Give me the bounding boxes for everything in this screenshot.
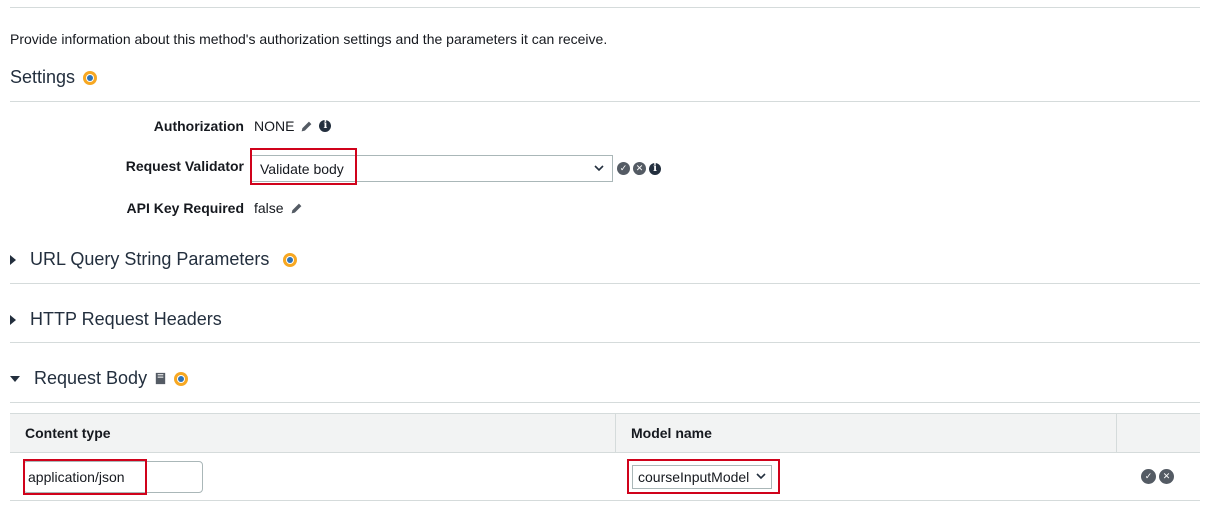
intro-text: Provide information about this method's … xyxy=(10,31,608,47)
request-body-divider xyxy=(10,402,1200,403)
column-separator xyxy=(1116,414,1117,452)
settings-header: Settings xyxy=(10,67,98,88)
request-body-title-group: Request Body xyxy=(34,368,189,389)
url-query-title: URL Query String Parameters xyxy=(30,249,270,269)
authorization-label: Authorization xyxy=(153,118,244,134)
orange-badge-icon xyxy=(283,252,298,267)
chevron-down-icon xyxy=(756,471,766,483)
model-name-select[interactable]: courseInputModel xyxy=(632,465,772,489)
api-key-value: false xyxy=(254,200,284,216)
check-icon[interactable]: ✓ xyxy=(617,162,630,175)
top-divider xyxy=(10,7,1200,8)
authorization-value: NONE xyxy=(254,118,295,134)
info-icon[interactable]: i xyxy=(649,162,661,175)
http-headers-divider xyxy=(10,342,1200,343)
model-name-header: Model name xyxy=(631,425,712,441)
request-body-title: Request Body xyxy=(34,368,148,388)
api-key-value-row: false xyxy=(254,200,303,216)
caret-right-icon xyxy=(10,254,16,265)
validator-actions: ✓ ✕ i xyxy=(617,162,661,175)
pencil-icon[interactable] xyxy=(290,202,303,215)
book-icon[interactable] xyxy=(153,371,168,386)
check-icon[interactable]: ✓ xyxy=(1141,469,1156,484)
request-validator-label: Request Validator xyxy=(125,158,244,174)
orange-badge-icon xyxy=(174,371,189,386)
pencil-icon[interactable] xyxy=(300,120,313,133)
request-validator-select[interactable]: Validate body xyxy=(251,155,613,182)
info-icon[interactable]: i xyxy=(319,120,332,132)
request-validator-value: Validate body xyxy=(260,160,344,177)
cancel-icon[interactable]: ✕ xyxy=(1159,469,1174,484)
caret-right-icon xyxy=(10,314,16,325)
request-body-table-header: Content type Model name xyxy=(10,413,1200,453)
caret-down-icon xyxy=(10,375,20,382)
settings-title: Settings xyxy=(10,67,76,87)
api-key-label: API Key Required xyxy=(126,200,244,216)
url-query-section-toggle[interactable]: URL Query String Parameters xyxy=(10,249,298,270)
orange-badge-icon xyxy=(83,70,98,85)
cancel-icon[interactable]: ✕ xyxy=(633,162,646,175)
content-type-header: Content type xyxy=(25,425,111,441)
settings-divider xyxy=(10,101,1200,102)
authorization-value-row: NONE i xyxy=(254,118,332,134)
http-headers-section-toggle[interactable]: HTTP Request Headers xyxy=(10,309,222,330)
http-headers-title: HTTP Request Headers xyxy=(30,309,222,329)
request-body-section-toggle[interactable]: Request Body xyxy=(10,368,189,389)
url-query-divider xyxy=(10,283,1200,284)
row-actions: ✓ ✕ xyxy=(1141,469,1174,484)
chevron-down-icon xyxy=(594,163,604,175)
column-separator xyxy=(615,414,616,452)
model-name-value: courseInputModel xyxy=(638,469,750,485)
content-type-input[interactable] xyxy=(23,461,203,493)
